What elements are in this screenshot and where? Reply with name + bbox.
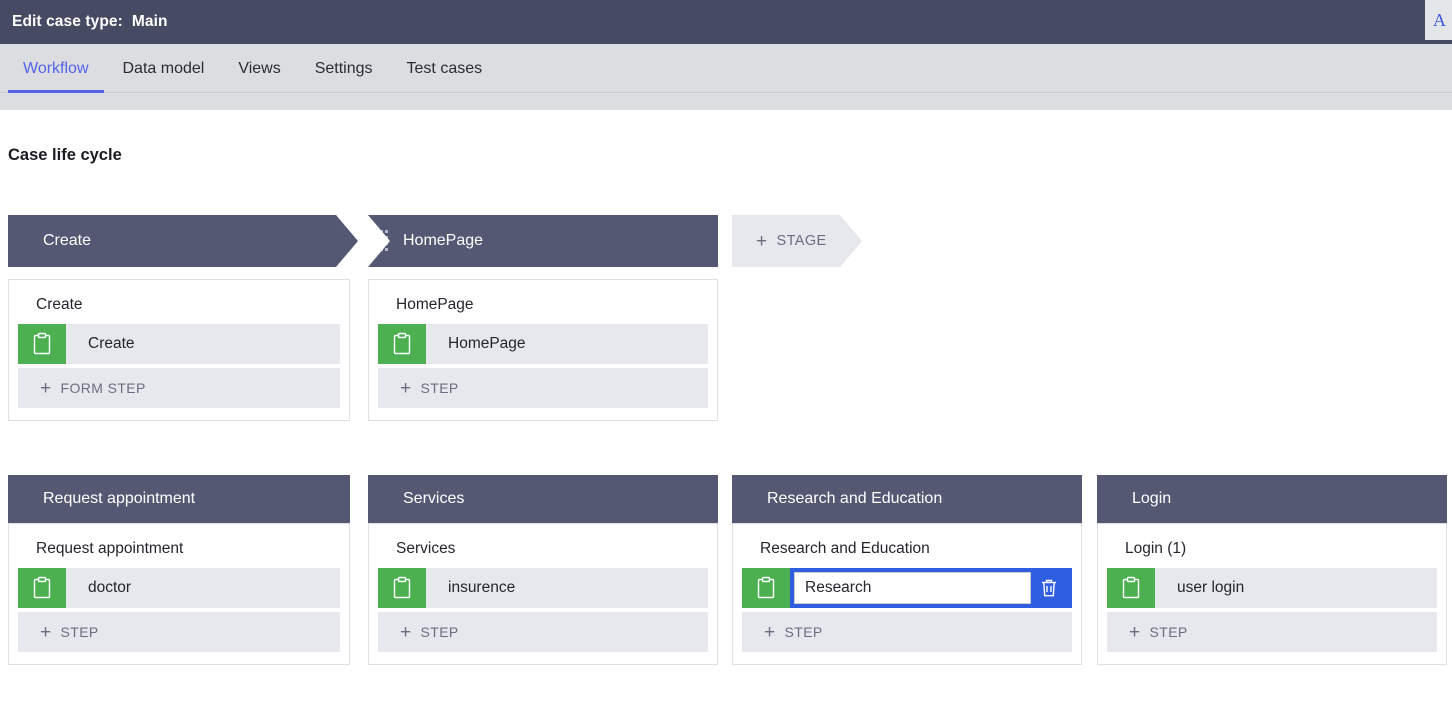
step-name: user login [1177, 579, 1245, 596]
add-step-button[interactable]: + STEP [1107, 612, 1437, 652]
stage-header-request-appointment-label: Request appointment [43, 490, 196, 507]
stage-card-research-and-education: Research and Education Research + STEP [732, 523, 1082, 665]
case-type-name: Main [131, 13, 168, 30]
stage-card-create: Create Create + FORM STEP [8, 279, 350, 421]
stage-card-login: Login (1) user login + STEP [1097, 523, 1447, 665]
tab-bar: Workflow Data model Views Settings Test … [0, 44, 1452, 110]
stage-header-homepage[interactable]: HomePage [368, 215, 718, 267]
stage-header-create[interactable]: Create [8, 215, 358, 267]
step-row[interactable]: insurence [378, 568, 708, 608]
stage-header-login[interactable]: Login [1097, 475, 1447, 523]
step-name: insurence [448, 579, 516, 596]
panel-letter: A [1433, 10, 1446, 30]
plus-icon: + [40, 377, 52, 399]
page-title: Edit case type: Main [12, 13, 168, 31]
stage-header-research-and-education-label: Research and Education [767, 490, 943, 507]
tab-settings-label: Settings [314, 59, 373, 77]
plus-icon: + [764, 621, 776, 643]
edit-case-type-label: Edit case type: [12, 13, 123, 30]
add-form-step-button[interactable]: + FORM STEP [18, 368, 340, 408]
add-step-label: STEP [420, 380, 459, 396]
step-name: Create [88, 335, 135, 352]
plus-icon: + [1129, 621, 1141, 643]
stage-card-request-appointment-title: Request appointment [36, 540, 184, 557]
stage-card-homepage: HomePage HomePage + STEP [368, 279, 718, 421]
clipboard-icon [378, 568, 426, 608]
tab-data-model-label: Data model [122, 59, 205, 77]
tab-workflow[interactable]: Workflow [6, 44, 106, 93]
add-stage-label: STAGE [776, 233, 827, 249]
stage-header-login-label: Login [1132, 490, 1172, 507]
add-step-button[interactable]: + STEP [742, 612, 1072, 652]
stage-card-create-title: Create [36, 296, 83, 313]
stage-header-homepage-label: HomePage [403, 232, 484, 249]
plus-icon: + [40, 621, 52, 643]
plus-icon: + [400, 621, 412, 643]
tab-views-label: Views [238, 59, 281, 77]
tab-views[interactable]: Views [221, 44, 297, 93]
add-form-step-label: FORM STEP [60, 380, 146, 396]
add-step-label: STEP [60, 624, 99, 640]
step-row[interactable]: Create [18, 324, 340, 364]
section-heading: Case life cycle [8, 146, 122, 164]
clipboard-icon [378, 324, 426, 364]
top-bar: Edit case type: Main A [0, 0, 1452, 44]
plus-icon: + [400, 377, 412, 399]
tab-workflow-label: Workflow [23, 59, 89, 77]
tab-test-cases-label: Test cases [406, 59, 483, 77]
add-step-label: STEP [1149, 624, 1188, 640]
clipboard-icon [18, 568, 66, 608]
stage-card-login-title: Login (1) [1125, 540, 1187, 557]
stage-header-services[interactable]: Services [368, 475, 718, 523]
trash-icon[interactable] [1031, 577, 1067, 599]
clipboard-icon [18, 324, 66, 364]
plus-icon: + [756, 230, 768, 252]
tab-data-model[interactable]: Data model [106, 44, 222, 93]
stage-card-homepage-title: HomePage [396, 296, 474, 313]
step-name: doctor [88, 579, 132, 596]
tab-test-cases[interactable]: Test cases [390, 44, 500, 93]
stage-card-services: Services insurence + STEP [368, 523, 718, 665]
step-row-editing[interactable] [742, 568, 1072, 608]
step-edit-wrap [790, 568, 1072, 608]
stage-header-research-and-education[interactable]: Research and Education [732, 475, 1082, 523]
stage-card-research-and-education-title: Research and Education [760, 540, 930, 557]
step-row[interactable]: doctor [18, 568, 340, 608]
stage-header-services-label: Services [403, 490, 465, 507]
clipboard-icon [1107, 568, 1155, 608]
stage-card-request-appointment: Request appointment doctor + STEP [8, 523, 350, 665]
step-row[interactable]: HomePage [378, 324, 708, 364]
add-step-button[interactable]: + STEP [18, 612, 340, 652]
add-step-button[interactable]: + STEP [378, 612, 708, 652]
step-row[interactable]: user login [1107, 568, 1437, 608]
stage-header-request-appointment[interactable]: Request appointment [8, 475, 350, 523]
drag-handle-icon[interactable] [380, 230, 388, 252]
add-stage-button[interactable]: + STAGE [732, 215, 862, 267]
clipboard-icon [742, 568, 790, 608]
add-step-label: STEP [420, 624, 459, 640]
step-name-input[interactable] [794, 572, 1031, 604]
tab-settings[interactable]: Settings [298, 44, 390, 93]
add-step-button[interactable]: + STEP [378, 368, 708, 408]
stage-card-services-title: Services [396, 540, 456, 557]
stage-header-row: Create HomePage + STAGE [0, 215, 1452, 273]
step-name: HomePage [448, 335, 526, 352]
top-right-panel[interactable]: A [1425, 0, 1452, 40]
stage-header-create-label: Create [43, 232, 92, 249]
workflow-content: Case life cycle Create HomePage + STAGE … [0, 110, 1452, 710]
add-step-label: STEP [784, 624, 823, 640]
